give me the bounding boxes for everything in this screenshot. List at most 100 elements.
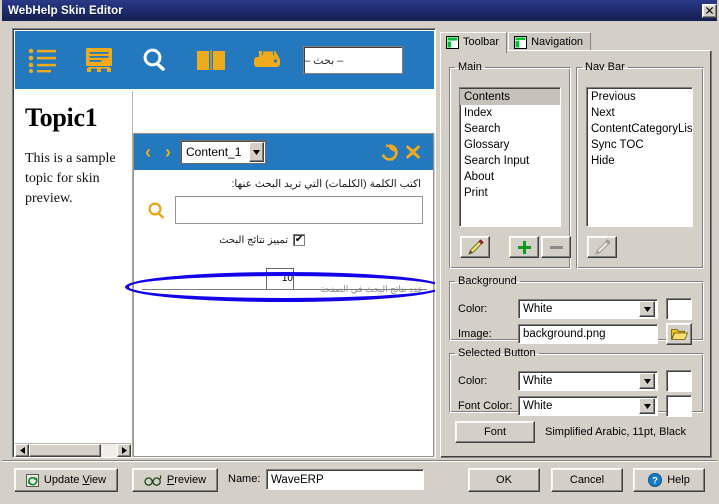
search-submit-icon[interactable] bbox=[148, 201, 165, 219]
triangle-right-icon bbox=[121, 447, 127, 454]
content-panel-header: ‹ › Content_1 bbox=[134, 134, 433, 170]
close-icon bbox=[706, 7, 713, 14]
edit-navbar-item-button[interactable] bbox=[587, 236, 617, 258]
preview-button[interactable]: Preview bbox=[132, 468, 218, 492]
tab-navigation[interactable]: Navigation bbox=[508, 32, 592, 51]
selected-button-group: Selected Button Color: White Font Color:… bbox=[449, 347, 704, 417]
background-group-legend: Background bbox=[458, 275, 517, 287]
list-item[interactable]: About bbox=[460, 169, 560, 185]
chevron-down-icon[interactable] bbox=[639, 301, 655, 317]
browse-background-image-button[interactable] bbox=[666, 323, 692, 345]
folder-open-icon bbox=[670, 329, 688, 340]
pane-layout-icon bbox=[514, 35, 528, 49]
toolbar-button-glossary[interactable] bbox=[183, 31, 239, 89]
list-item[interactable]: Hide bbox=[587, 153, 692, 169]
sync-toc-button[interactable] bbox=[377, 138, 401, 166]
search-text-input[interactable] bbox=[175, 196, 423, 224]
results-per-page-input[interactable]: 10 bbox=[266, 268, 294, 290]
settings-tabs: Toolbar Navigation bbox=[440, 32, 592, 53]
selected-button-font-color-swatch[interactable] bbox=[666, 395, 692, 417]
list-item[interactable]: Sync TOC bbox=[587, 137, 692, 153]
selected-button-color-swatch[interactable] bbox=[666, 370, 692, 392]
background-color-swatch[interactable] bbox=[666, 298, 692, 320]
previous-button[interactable]: ‹ bbox=[138, 138, 158, 166]
pencil-icon bbox=[594, 238, 611, 255]
refresh-icon bbox=[381, 143, 398, 161]
font-button[interactable]: Font bbox=[455, 421, 535, 443]
chevron-down-icon[interactable] bbox=[639, 373, 655, 389]
triangle-left-icon bbox=[19, 447, 25, 454]
toolbar-button-index[interactable] bbox=[71, 31, 127, 89]
list-item[interactable]: Glossary bbox=[460, 137, 560, 153]
background-group: Background Color: White Image: backgroun… bbox=[449, 275, 704, 345]
glossary-icon bbox=[197, 49, 225, 71]
dropdown-arrow-button[interactable] bbox=[249, 142, 264, 162]
main-group: Main Contents Index Search Glossary Sear… bbox=[449, 61, 571, 269]
next-button[interactable]: › bbox=[158, 138, 178, 166]
divider bbox=[142, 289, 427, 290]
topic-horizontal-scrollbar[interactable] bbox=[15, 443, 131, 457]
content-category-value: Content_1 bbox=[186, 145, 242, 159]
list-item[interactable]: Contents bbox=[460, 89, 560, 105]
navbar-items-list[interactable]: Previous Next ContentCategoryList Sync T… bbox=[586, 87, 693, 227]
ok-button[interactable]: OK bbox=[468, 468, 540, 492]
main-items-list[interactable]: Contents Index Search Glossary Search In… bbox=[459, 87, 561, 227]
selected-button-font-color-dropdown[interactable]: White bbox=[518, 396, 658, 416]
topic-heading: Topic1 bbox=[25, 103, 98, 132]
scroll-trough[interactable] bbox=[101, 444, 117, 457]
scroll-right-arrow[interactable] bbox=[117, 444, 131, 457]
list-item[interactable]: Previous bbox=[587, 89, 692, 105]
preview-search-input[interactable]: – بحث – bbox=[303, 46, 403, 74]
font-description: Simplified Arabic, 11pt, Black bbox=[545, 426, 687, 438]
cancel-button[interactable]: Cancel bbox=[551, 468, 623, 492]
scroll-thumb[interactable] bbox=[29, 444, 101, 457]
skin-name-input[interactable]: WaveERP bbox=[266, 469, 424, 490]
toolbar-tab-panel: Main Contents Index Search Glossary Sear… bbox=[440, 50, 712, 458]
search-prompt-label: اكتب الكلمة (الكلمات) التي تريد البحث عن… bbox=[231, 178, 421, 190]
list-item[interactable]: ContentCategoryList bbox=[587, 121, 692, 137]
topic-column: Topic1 This is a sample topic for skin p… bbox=[15, 91, 133, 457]
toolbar-button-print[interactable] bbox=[239, 31, 295, 89]
tab-toolbar[interactable]: Toolbar bbox=[440, 32, 508, 53]
close-button[interactable] bbox=[702, 3, 717, 18]
hide-panel-button[interactable] bbox=[401, 138, 425, 166]
background-color-value: White bbox=[523, 303, 553, 315]
remove-main-item-button[interactable] bbox=[541, 236, 571, 258]
list-item[interactable]: Search bbox=[460, 121, 560, 137]
chevron-down-icon bbox=[643, 403, 651, 409]
help-label: Help bbox=[667, 474, 690, 486]
navbar-group-legend: Nav Bar bbox=[585, 61, 625, 73]
selected-button-color-dropdown[interactable]: White bbox=[518, 371, 658, 391]
content-category-dropdown[interactable]: Content_1 bbox=[180, 140, 266, 164]
list-item[interactable]: Next bbox=[587, 105, 692, 121]
update-view-button[interactable]: Update View bbox=[14, 468, 118, 492]
toolbar-button-contents[interactable] bbox=[15, 31, 71, 89]
window-title: WebHelp Skin Editor bbox=[8, 4, 123, 17]
close-icon bbox=[406, 145, 420, 159]
topic-body: This is a sample topic for skin preview. bbox=[25, 151, 116, 206]
search-row bbox=[134, 196, 433, 224]
scroll-left-arrow[interactable] bbox=[15, 444, 29, 457]
help-button[interactable]: ? Help bbox=[633, 468, 705, 492]
list-item[interactable]: Index bbox=[460, 105, 560, 121]
background-image-input[interactable]: background.png bbox=[518, 324, 658, 344]
list-item[interactable]: Print bbox=[460, 185, 560, 201]
list-item[interactable]: Search Input bbox=[460, 153, 560, 169]
add-main-item-button[interactable] bbox=[509, 236, 539, 258]
chevron-down-icon bbox=[253, 149, 260, 155]
background-color-dropdown[interactable]: White bbox=[518, 299, 658, 319]
preview-label: Preview bbox=[166, 474, 207, 486]
skin-editor-window: WebHelp Skin Editor – بحث – Topic1 This … bbox=[0, 0, 719, 504]
highlight-results-checkbox[interactable]: ✔ bbox=[293, 234, 305, 246]
chevron-down-icon bbox=[643, 306, 651, 312]
refresh-icon bbox=[25, 473, 39, 487]
glasses-icon bbox=[144, 474, 162, 486]
index-icon bbox=[86, 48, 112, 72]
pencil-icon bbox=[467, 238, 484, 255]
toolbar-button-search[interactable] bbox=[127, 31, 183, 89]
plus-icon bbox=[517, 240, 531, 254]
chevron-down-icon[interactable] bbox=[639, 398, 655, 414]
selected-button-group-legend: Selected Button bbox=[458, 347, 536, 359]
edit-main-item-button[interactable] bbox=[460, 236, 490, 258]
question-circle-icon: ? bbox=[648, 473, 663, 487]
